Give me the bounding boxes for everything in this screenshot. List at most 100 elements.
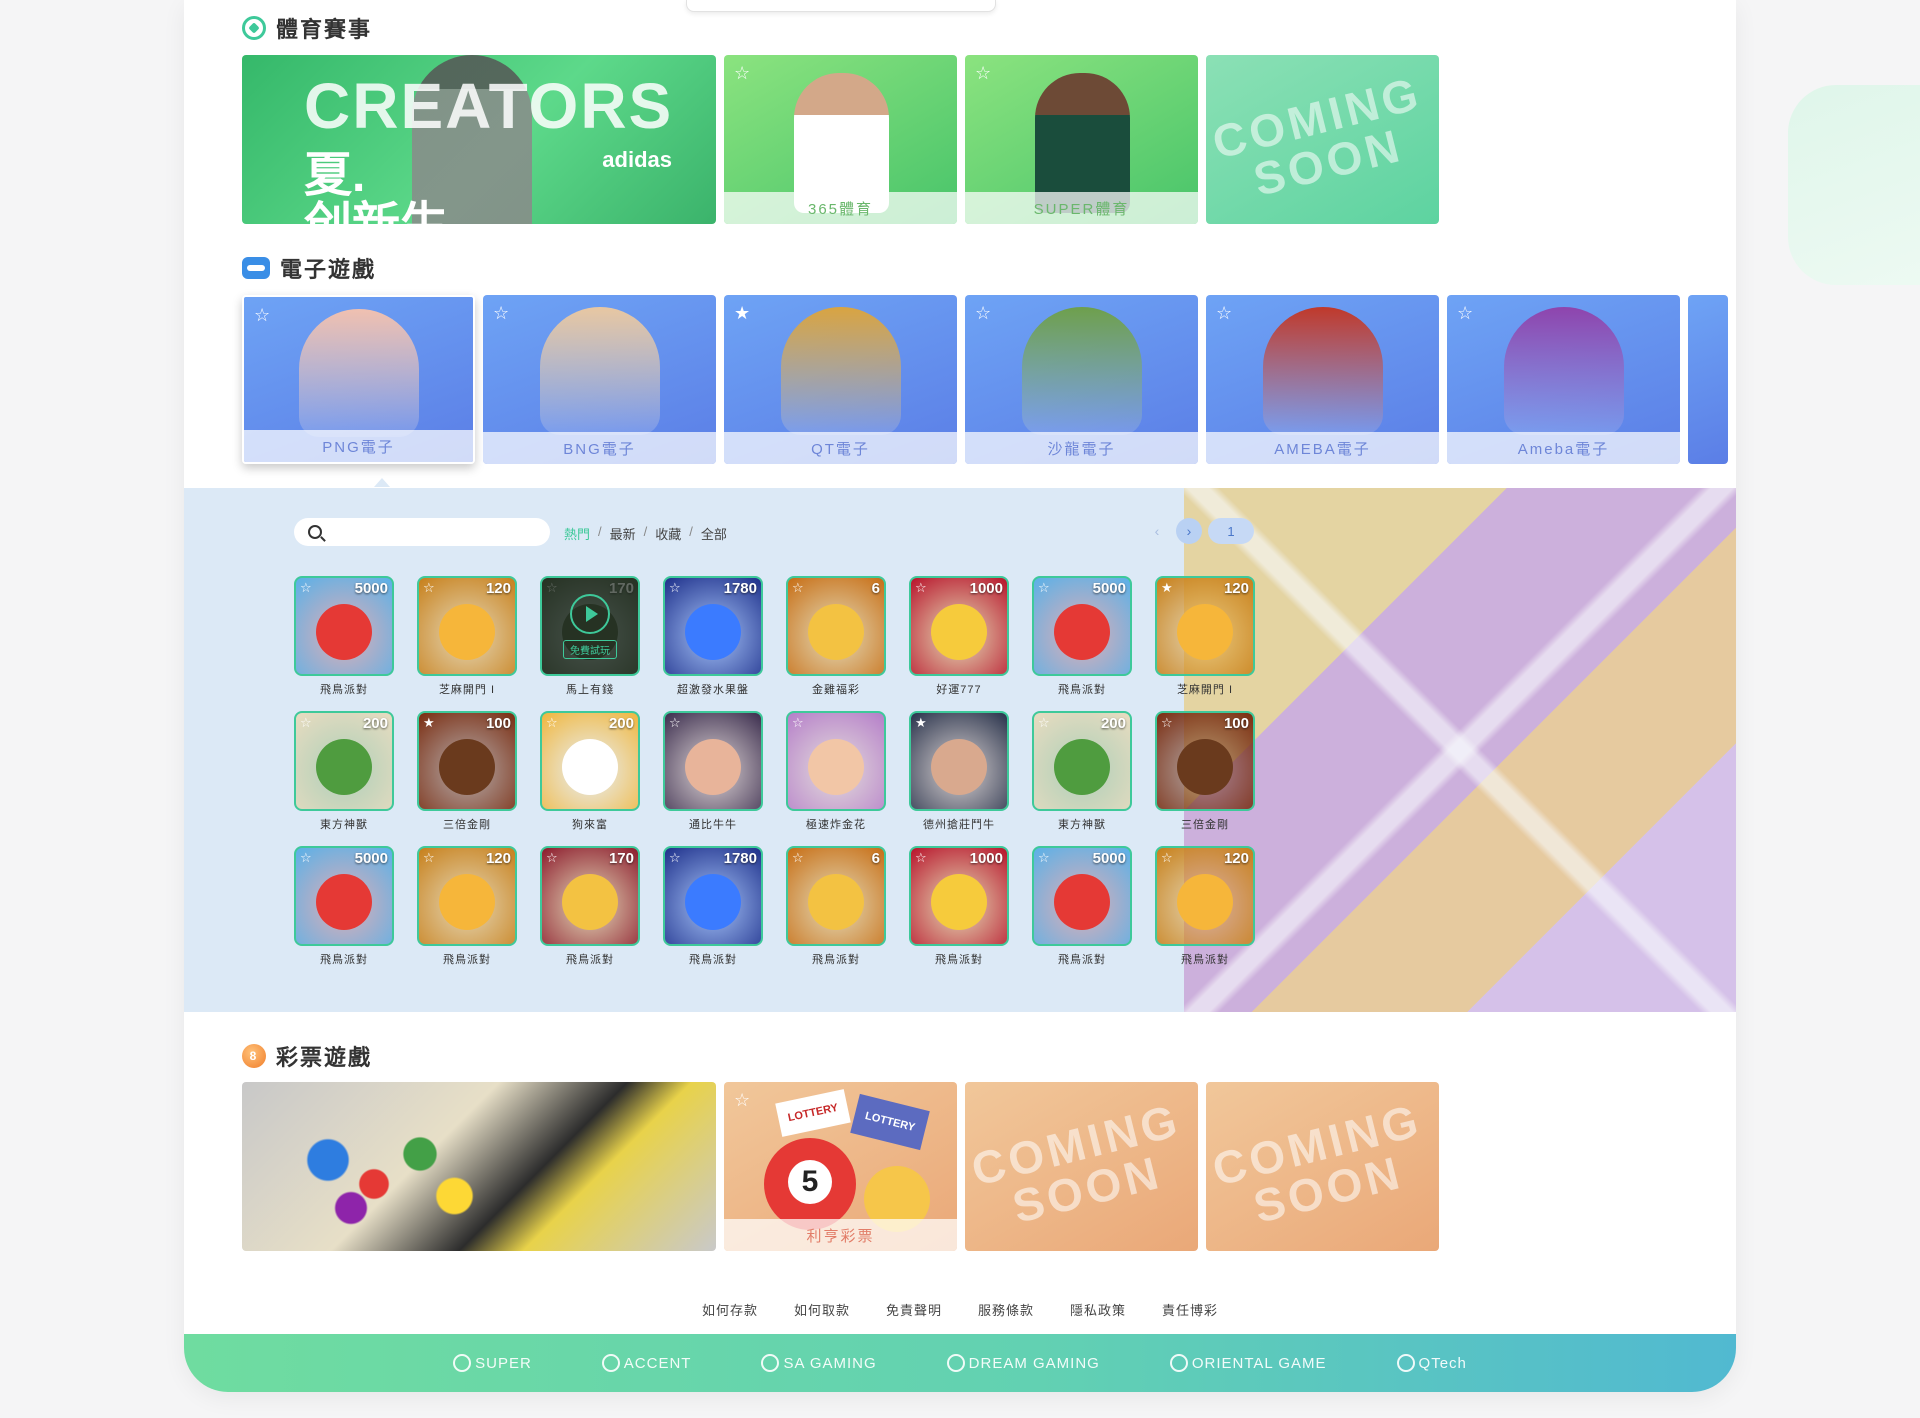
- game-tile[interactable]: ★ 德州搶莊鬥牛: [909, 711, 1009, 832]
- game-thumbnail[interactable]: ☆ 170: [540, 846, 640, 946]
- game-thumbnail[interactable]: ☆ 1000: [909, 576, 1009, 676]
- favorite-star-icon[interactable]: ☆: [1161, 715, 1173, 731]
- game-thumbnail[interactable]: ☆ 5000: [294, 576, 394, 676]
- favorite-star-icon[interactable]: ☆: [1038, 580, 1050, 596]
- favorite-star-icon[interactable]: ★: [734, 303, 750, 324]
- game-thumbnail[interactable]: ☆ 1780: [663, 846, 763, 946]
- favorite-star-icon[interactable]: ☆: [792, 580, 804, 596]
- favorite-star-icon[interactable]: ☆: [300, 715, 312, 731]
- favorite-star-icon[interactable]: ☆: [975, 63, 991, 84]
- game-tile[interactable]: ☆ 1780 飛鳥派對: [663, 846, 763, 967]
- favorite-star-icon[interactable]: ☆: [423, 580, 435, 596]
- game-tile[interactable]: ★ 120 芝麻開門 I: [1155, 576, 1255, 697]
- lottery-promo-banner[interactable]: [242, 1082, 716, 1251]
- sports-card-365[interactable]: ☆ 365體育: [724, 55, 957, 224]
- game-thumbnail[interactable]: ★ 100: [417, 711, 517, 811]
- favorite-star-icon[interactable]: ☆: [254, 305, 270, 326]
- favorite-star-icon[interactable]: ★: [915, 715, 927, 731]
- game-search[interactable]: [294, 518, 550, 546]
- game-tile[interactable]: ★ 100 三倍金剛: [417, 711, 517, 832]
- egame-card-partial[interactable]: [1688, 295, 1728, 464]
- game-tile[interactable]: ☆ 5000 飛鳥派對: [1032, 846, 1132, 967]
- filter-tab[interactable]: 熱門: [564, 524, 590, 543]
- favorite-star-icon[interactable]: ☆: [734, 1090, 750, 1111]
- game-thumbnail[interactable]: ★ 120: [1155, 576, 1255, 676]
- favorite-star-icon[interactable]: ☆: [975, 303, 991, 324]
- game-thumbnail[interactable]: ☆170免費試玩: [540, 576, 640, 676]
- egame-card[interactable]: ☆ BNG電子: [483, 295, 716, 464]
- egame-card[interactable]: ☆ Ameba電子: [1447, 295, 1680, 464]
- filter-tab[interactable]: 收藏: [655, 524, 681, 543]
- lottery-card-lixiang[interactable]: LOTTERY LOTTERY ☆ 利亨彩票: [724, 1082, 957, 1251]
- game-tile[interactable]: ☆ 5000 飛鳥派對: [294, 576, 394, 697]
- egame-card[interactable]: ☆ PNG電子: [242, 295, 475, 464]
- game-thumbnail[interactable]: ☆ 6: [786, 846, 886, 946]
- game-thumbnail[interactable]: ☆ 5000: [294, 846, 394, 946]
- game-thumbnail[interactable]: ☆ 200: [540, 711, 640, 811]
- favorite-star-icon[interactable]: ☆: [669, 850, 681, 866]
- game-tile[interactable]: ☆ 6 金雞福彩: [786, 576, 886, 697]
- game-thumbnail[interactable]: ☆ 120: [417, 576, 517, 676]
- chevron-right-icon[interactable]: ›: [1176, 518, 1202, 544]
- favorite-star-icon[interactable]: ☆: [1038, 715, 1050, 731]
- current-page[interactable]: 1: [1208, 518, 1254, 544]
- game-thumbnail[interactable]: ☆ 1000: [909, 846, 1009, 946]
- game-tile[interactable]: ☆ 200 東方神獸: [1032, 711, 1132, 832]
- game-thumbnail[interactable]: ★: [909, 711, 1009, 811]
- chevron-left-icon[interactable]: ‹: [1144, 518, 1170, 544]
- game-thumbnail[interactable]: ☆ 5000: [1032, 846, 1132, 946]
- game-tile[interactable]: ☆ 200 東方神獸: [294, 711, 394, 832]
- game-thumbnail[interactable]: ☆ 200: [1032, 711, 1132, 811]
- egame-card[interactable]: ★ QT電子: [724, 295, 957, 464]
- top-tab[interactable]: [686, 0, 996, 12]
- filter-tab[interactable]: 全部: [701, 524, 727, 543]
- favorite-star-icon[interactable]: ☆: [734, 63, 750, 84]
- game-thumbnail[interactable]: ☆ 200: [294, 711, 394, 811]
- footer-link[interactable]: 如何取款: [794, 1300, 850, 1319]
- favorite-star-icon[interactable]: ☆: [1038, 850, 1050, 866]
- favorite-star-icon[interactable]: ★: [1161, 580, 1173, 596]
- free-play-label[interactable]: 免費試玩: [563, 639, 617, 659]
- favorite-star-icon[interactable]: ☆: [792, 715, 804, 731]
- game-tile[interactable]: ☆ 5000 飛鳥派對: [1032, 576, 1132, 697]
- game-tile[interactable]: ☆ 通比牛牛: [663, 711, 763, 832]
- favorite-star-icon[interactable]: ☆: [1161, 850, 1173, 866]
- game-tile[interactable]: ☆170免費試玩馬上有錢: [540, 576, 640, 697]
- game-thumbnail[interactable]: ☆ 1780: [663, 576, 763, 676]
- favorite-star-icon[interactable]: ☆: [669, 580, 681, 596]
- game-tile[interactable]: ☆ 1780 超激發水果盤: [663, 576, 763, 697]
- game-tile[interactable]: ☆ 120 飛鳥派對: [1155, 846, 1255, 967]
- game-thumbnail[interactable]: ☆ 120: [1155, 846, 1255, 946]
- game-tile[interactable]: ☆ 120 飛鳥派對: [417, 846, 517, 967]
- game-tile[interactable]: ☆ 100 三倍金剛: [1155, 711, 1255, 832]
- game-tile[interactable]: ☆ 5000 飛鳥派對: [294, 846, 394, 967]
- game-thumbnail[interactable]: ☆ 6: [786, 576, 886, 676]
- favorite-star-icon[interactable]: ☆: [1216, 303, 1232, 324]
- egame-card[interactable]: ☆ AMEBA電子: [1206, 295, 1439, 464]
- sports-card-super[interactable]: ☆ SUPER體育: [965, 55, 1198, 224]
- favorite-star-icon[interactable]: ☆: [669, 715, 681, 731]
- favorite-star-icon[interactable]: ☆: [546, 850, 558, 866]
- game-thumbnail[interactable]: ☆: [663, 711, 763, 811]
- favorite-star-icon[interactable]: ☆: [1457, 303, 1473, 324]
- footer-link[interactable]: 隱私政策: [1070, 1300, 1126, 1319]
- game-thumbnail[interactable]: ☆: [786, 711, 886, 811]
- game-tile[interactable]: ☆ 1000 飛鳥派對: [909, 846, 1009, 967]
- sports-promo-banner[interactable]: CREATORS 夏. 创新生 adidas: [242, 55, 716, 224]
- favorite-star-icon[interactable]: ☆: [915, 580, 927, 596]
- egame-card[interactable]: ☆ 沙龍電子: [965, 295, 1198, 464]
- game-thumbnail[interactable]: ☆ 100: [1155, 711, 1255, 811]
- search-input[interactable]: [330, 524, 530, 540]
- favorite-star-icon[interactable]: ☆: [423, 850, 435, 866]
- game-thumbnail[interactable]: ☆ 120: [417, 846, 517, 946]
- footer-link[interactable]: 免責聲明: [886, 1300, 942, 1319]
- favorite-star-icon[interactable]: ☆: [300, 580, 312, 596]
- game-tile[interactable]: ☆ 極速炸金花: [786, 711, 886, 832]
- game-tile[interactable]: ☆ 1000 好運777: [909, 576, 1009, 697]
- game-tile[interactable]: ☆ 120 芝麻開門 I: [417, 576, 517, 697]
- favorite-star-icon[interactable]: ☆: [546, 715, 558, 731]
- game-tile[interactable]: ☆ 200 狗來富: [540, 711, 640, 832]
- game-thumbnail[interactable]: ☆ 5000: [1032, 576, 1132, 676]
- play-icon[interactable]: [570, 593, 610, 634]
- favorite-star-icon[interactable]: ★: [423, 715, 435, 731]
